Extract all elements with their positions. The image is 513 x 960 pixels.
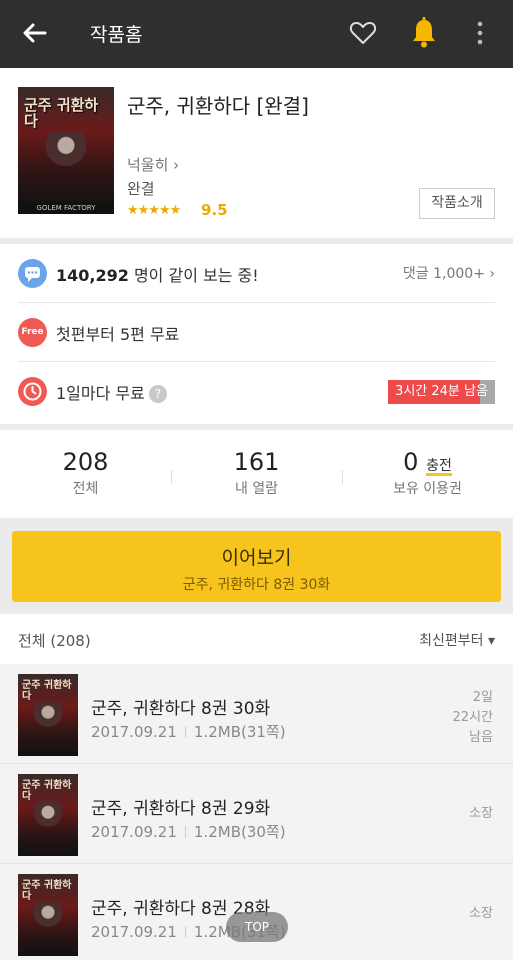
daily-free-row: 1일마다 무료? 3시간 24분 남음 <box>18 361 495 421</box>
page-title: 작품홈 <box>90 24 143 46</box>
heart-icon[interactable] <box>348 18 378 48</box>
work-info: 군주 귀환하다 GOLEM FACTORY 군주, 귀환하다 [완결] 넉울히 … <box>0 68 513 238</box>
episode-thumbnail: 군주 귀환하다 <box>18 874 78 956</box>
clock-icon <box>18 377 47 406</box>
cover-brand: GOLEM FACTORY <box>18 202 114 214</box>
rating-stars: ★★★★★ <box>127 203 181 218</box>
daily-free-text: 1일마다 무료? <box>56 380 167 404</box>
charge-button[interactable]: 충전 <box>426 458 452 474</box>
more-vertical-icon[interactable] <box>470 18 490 48</box>
author-name: 넉울히 <box>127 156 169 174</box>
episode-rental-remaining: 2일 22시간 남음 <box>452 690 493 745</box>
episode-thumbnail: 군주 귀환하다 <box>18 674 78 756</box>
episode-size: 1.2MB(31쪽) <box>193 723 286 741</box>
list-item[interactable]: 군주 귀환하다 군주, 귀환하다 8권 29화 2017.09.21 1.2MB(… <box>0 764 513 864</box>
back-arrow-icon[interactable] <box>20 18 50 48</box>
episode-size: 1.2MB(30쪽) <box>193 823 286 841</box>
episode-date: 2017.09.21 <box>91 823 177 841</box>
continue-button[interactable]: 이어보기 군주, 귀환하다 8권 30화 <box>12 531 501 602</box>
top-bar: 작품홈 <box>0 0 513 68</box>
continue-section: 이어보기 군주, 귀환하다 8권 30화 <box>0 518 513 614</box>
counts-bar: 208 전체 161 내 열람 0 충전 보유 이용권 <box>0 430 513 518</box>
viewers-text: 140,292 명이 같이 보는 중! <box>56 262 259 286</box>
cover-figure <box>46 131 86 179</box>
episode-owned-status: 소장 <box>469 806 493 821</box>
read-count-number: 161 <box>233 448 280 476</box>
cover-image: 군주 귀환하다 GOLEM FACTORY <box>18 87 114 214</box>
divider <box>184 926 186 938</box>
episode-date: 2017.09.21 <box>91 923 177 941</box>
remaining-time-bar: 3시간 24분 남음 <box>388 380 495 404</box>
episode-meta: 2017.09.21 1.2MB(31쪽) <box>91 721 286 742</box>
thumbnail-title: 군주 귀환하다 <box>22 880 72 902</box>
episode-title: 군주, 귀환하다 8권 30화 <box>91 699 271 719</box>
continue-episode: 군주, 귀환하다 8권 30화 <box>182 577 331 593</box>
ticket-count-label: 보유 이용권 <box>393 481 462 497</box>
total-count-label: 전체 <box>72 481 99 497</box>
thumbnail-title: 군주 귀환하다 <box>22 680 72 702</box>
cover-title: 군주 귀환하다 <box>24 96 99 130</box>
intro-button[interactable]: 작품소개 <box>419 188 495 219</box>
rating-value: 9.5 <box>201 201 228 219</box>
episode-title: 군주, 귀환하다 8권 29화 <box>91 799 271 819</box>
help-icon[interactable]: ? <box>148 385 167 403</box>
total-count: 208 전체 <box>0 448 171 498</box>
work-title: 군주, 귀환하다 [완결] <box>127 94 309 118</box>
comments-link[interactable]: 댓글 1,000+ › <box>403 263 495 283</box>
comments-count: 댓글 1,000+ <box>402 266 485 282</box>
divider <box>184 726 186 738</box>
divider <box>184 826 186 838</box>
scroll-to-top-button[interactable]: TOP <box>226 912 288 942</box>
viewers-count: 140,292 <box>56 266 129 285</box>
viewers-suffix: 명이 같이 보는 중! <box>128 266 259 285</box>
episode-thumbnail: 군주 귀환하다 <box>18 774 78 856</box>
episode-date: 2017.09.21 <box>91 723 177 741</box>
list-item[interactable]: 군주 귀환하다 군주, 귀환하다 8권 30화 2017.09.21 1.2MB(… <box>0 664 513 764</box>
chevron-right-icon: › <box>484 266 495 282</box>
bell-icon[interactable] <box>408 16 440 50</box>
thumbnail-figure <box>34 802 62 836</box>
remaining-time-text: 3시간 24분 남음 <box>395 384 488 399</box>
ticket-count: 0 충전 보유 이용권 <box>342 448 513 498</box>
ticket-count-number: 0 <box>403 448 419 476</box>
episode-meta: 2017.09.21 1.2MB(30쪽) <box>91 821 286 842</box>
episode-owned-status: 소장 <box>469 906 493 921</box>
chevron-right-icon: › <box>168 156 180 174</box>
total-count-number: 208 <box>62 448 109 476</box>
ticket-count-row: 0 충전 <box>342 448 513 476</box>
author-link[interactable]: 넉울히 › <box>127 154 179 175</box>
thumbnail-figure <box>34 902 62 936</box>
read-count: 161 내 열람 <box>171 448 342 498</box>
free-episodes-row: Free 첫편부터 5편 무료 <box>18 302 495 362</box>
stats-section: 140,292 명이 같이 보는 중! 댓글 1,000+ › Free 첫편부… <box>0 244 513 424</box>
daily-free-label: 1일마다 무료 <box>56 384 145 403</box>
viewers-row[interactable]: 140,292 명이 같이 보는 중! 댓글 1,000+ › <box>18 244 495 304</box>
continue-label: 이어보기 <box>221 547 292 569</box>
episode-count: 전체 (208) <box>18 632 91 650</box>
episode-list-header: 전체 (208) 최신편부터 ▾ <box>0 614 513 664</box>
thumbnail-figure <box>34 702 62 736</box>
free-episodes-text: 첫편부터 5편 무료 <box>56 325 180 344</box>
sort-dropdown[interactable]: 최신편부터 ▾ <box>419 630 495 650</box>
thumbnail-title: 군주 귀환하다 <box>22 780 72 802</box>
read-count-label: 내 열람 <box>234 481 279 497</box>
chat-bubble-icon <box>18 259 47 288</box>
work-status: 완결 <box>127 180 155 198</box>
free-badge-icon: Free <box>18 318 47 347</box>
